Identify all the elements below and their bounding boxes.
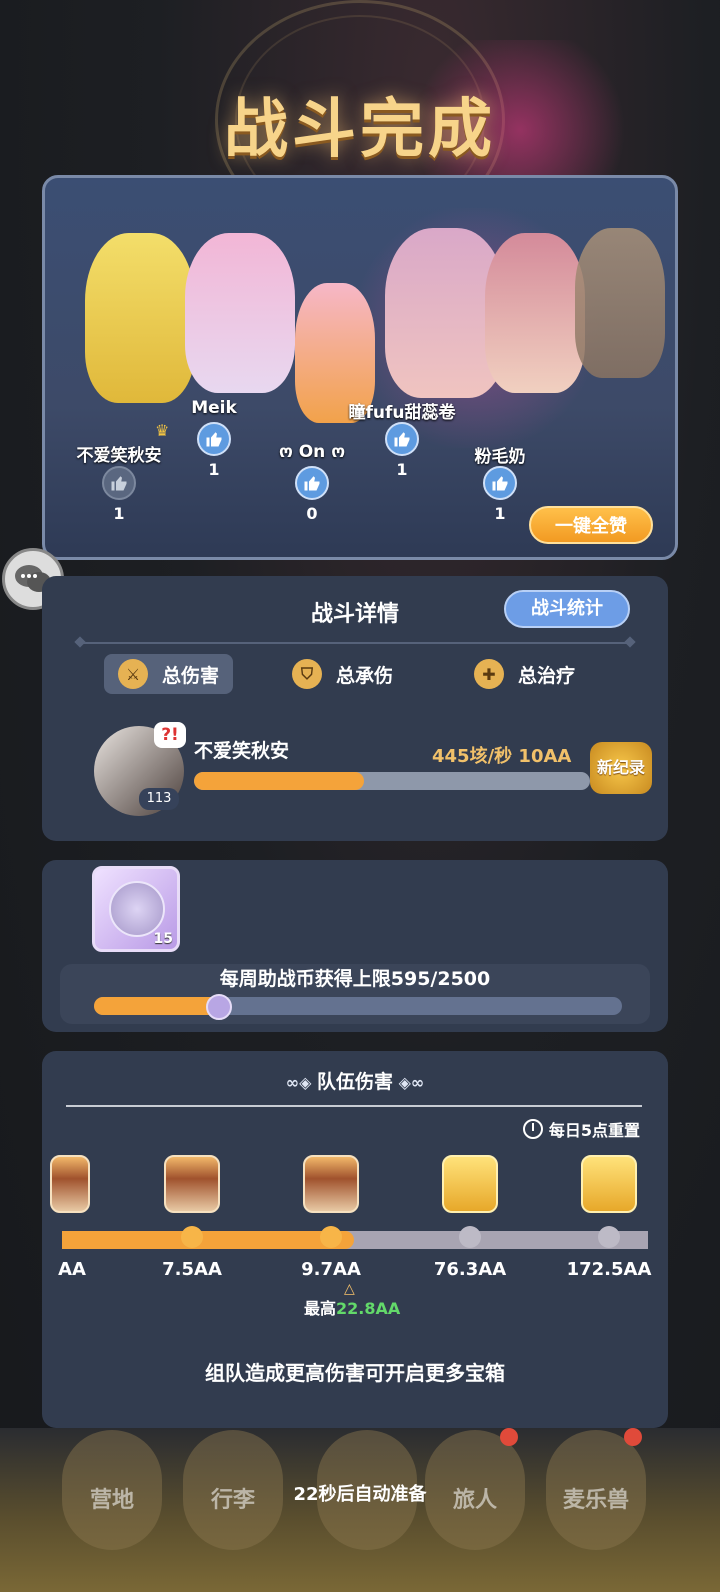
ornament-left-icon: ∞◈ xyxy=(285,1073,317,1092)
like-count: 1 xyxy=(494,504,506,523)
milestone-node xyxy=(320,1226,342,1248)
coin-progress-knob xyxy=(206,994,232,1020)
thumbs-up-icon xyxy=(111,476,127,491)
team-damage-fill xyxy=(62,1231,354,1249)
tab-total-taken[interactable]: ⛉ 总承伤 xyxy=(278,654,407,694)
thumbs-up-icon xyxy=(206,432,222,447)
divider xyxy=(82,642,628,644)
like-count: 1 xyxy=(113,504,125,523)
milestone-node xyxy=(181,1226,203,1248)
chest-gold-locked[interactable] xyxy=(442,1155,498,1213)
tab-label: 总伤害 xyxy=(162,664,220,687)
milestone-label: 7.5AA xyxy=(162,1259,222,1280)
sword-icon: ⚔ xyxy=(118,659,148,689)
battle-details-card: 战斗详情 战斗统计 ⚔ 总伤害 ⛉ 总承伤 ✚ 总治疗 ?! 113 不爱笑秋安… xyxy=(42,576,668,841)
notification-dot xyxy=(500,1428,518,1446)
coin-progress-bar xyxy=(94,997,622,1015)
like-button[interactable] xyxy=(295,466,329,500)
new-record-badge: 新纪录 xyxy=(590,742,652,794)
thumbs-up-icon xyxy=(304,476,320,491)
player-name: 粉毛奶 xyxy=(474,447,526,467)
like-all-button[interactable]: 一键全赞 xyxy=(529,506,653,544)
like-count: 1 xyxy=(396,460,408,479)
coin-progress-fill xyxy=(94,997,220,1015)
assist-coin-item[interactable]: 15 xyxy=(92,866,180,952)
thumbs-up-icon xyxy=(492,476,508,491)
tab-total-heal[interactable]: ✚ 总治疗 xyxy=(460,654,589,694)
clock-icon xyxy=(522,1119,543,1139)
best-prefix: 最高 xyxy=(304,1299,337,1318)
coin-limit-text: 每周助战币获得上限595/2500 xyxy=(219,968,491,990)
alert-bubble: ?! xyxy=(154,722,186,748)
team-damage-card: ∞◈ 队伍伤害 ◈∞ 每日5点重置 AA 7.5AA 9.7AA 76.3AA … xyxy=(42,1051,668,1428)
notification-dot xyxy=(624,1428,642,1446)
reset-text: 每日5点重置 xyxy=(548,1121,640,1140)
tab-label: 总承伤 xyxy=(336,664,394,687)
milestone-label: 76.3AA xyxy=(433,1259,507,1280)
player-name: 不爱笑秋安 xyxy=(76,446,162,466)
like-button[interactable] xyxy=(385,422,419,456)
crown-icon: ♛ xyxy=(155,421,170,440)
tab-label: 总治疗 xyxy=(518,664,576,687)
auto-ready-countdown: 22秒后自动准备 xyxy=(293,1484,427,1505)
coin-icon xyxy=(109,881,165,937)
divider xyxy=(66,1105,642,1107)
player-name: ო On ო xyxy=(278,442,346,462)
thumbs-up-icon xyxy=(394,432,410,447)
party-showcase: ♛ 不爱笑秋安 1 Meik 1 ო On ო 0 瞳fufu甜蕊卷 1 粉毛奶… xyxy=(42,175,678,560)
chest-open[interactable] xyxy=(50,1155,90,1213)
best-damage: 最高22.8AA xyxy=(304,1295,400,1319)
ornament-right-icon: ◈∞ xyxy=(393,1073,425,1092)
team-hint: 组队造成更高伤害可开启更多宝箱 xyxy=(205,1361,505,1385)
heal-cross-icon: ✚ xyxy=(474,659,504,689)
character-5[interactable] xyxy=(485,233,585,393)
best-value: 22.8AA xyxy=(336,1299,401,1318)
empty-slot-silhouette xyxy=(575,228,665,378)
character-2[interactable] xyxy=(185,233,295,393)
character-1[interactable] xyxy=(85,233,195,403)
milestone-label: 9.7AA xyxy=(301,1259,361,1280)
milestone-node xyxy=(459,1226,481,1248)
damage-value: 445垓/秒 10AA xyxy=(432,746,572,767)
like-count: 1 xyxy=(208,460,220,479)
coin-count: 15 xyxy=(153,931,173,947)
page-title: 战斗完成 xyxy=(224,93,496,167)
daily-reset-note: 每日5点重置 xyxy=(522,1117,640,1141)
player-name: 瞳fufu甜蕊卷 xyxy=(348,403,456,423)
team-damage-title: ∞◈ 队伍伤害 ◈∞ xyxy=(42,1067,668,1094)
level-badge: 113 xyxy=(139,788,179,810)
top-player-name: 不爱笑秋安 xyxy=(194,740,290,762)
like-button[interactable] xyxy=(197,422,231,456)
chest-open[interactable] xyxy=(164,1155,220,1213)
damage-bar xyxy=(194,772,590,790)
chest-gold-locked[interactable] xyxy=(581,1155,637,1213)
milestone-node xyxy=(598,1226,620,1248)
avatar[interactable]: ?! 113 xyxy=(94,722,186,816)
assist-coin-card: 15 每周助战币获得上限595/2500 xyxy=(42,860,668,1032)
like-button[interactable] xyxy=(102,466,136,500)
damage-bar-fill xyxy=(194,772,365,790)
like-count: 0 xyxy=(306,504,318,523)
shield-icon: ⛉ xyxy=(292,659,322,689)
like-button[interactable] xyxy=(483,466,517,500)
milestone-label: AA xyxy=(58,1259,86,1280)
tab-total-damage[interactable]: ⚔ 总伤害 xyxy=(104,654,234,694)
team-damage-track xyxy=(62,1231,648,1249)
milestone-label: 172.5AA xyxy=(566,1259,652,1280)
chest-open[interactable] xyxy=(303,1155,359,1213)
battle-stats-button[interactable]: 战斗统计 xyxy=(504,590,630,628)
team-damage-label: 队伍伤害 xyxy=(316,1071,393,1093)
player-name: Meik xyxy=(191,398,237,418)
